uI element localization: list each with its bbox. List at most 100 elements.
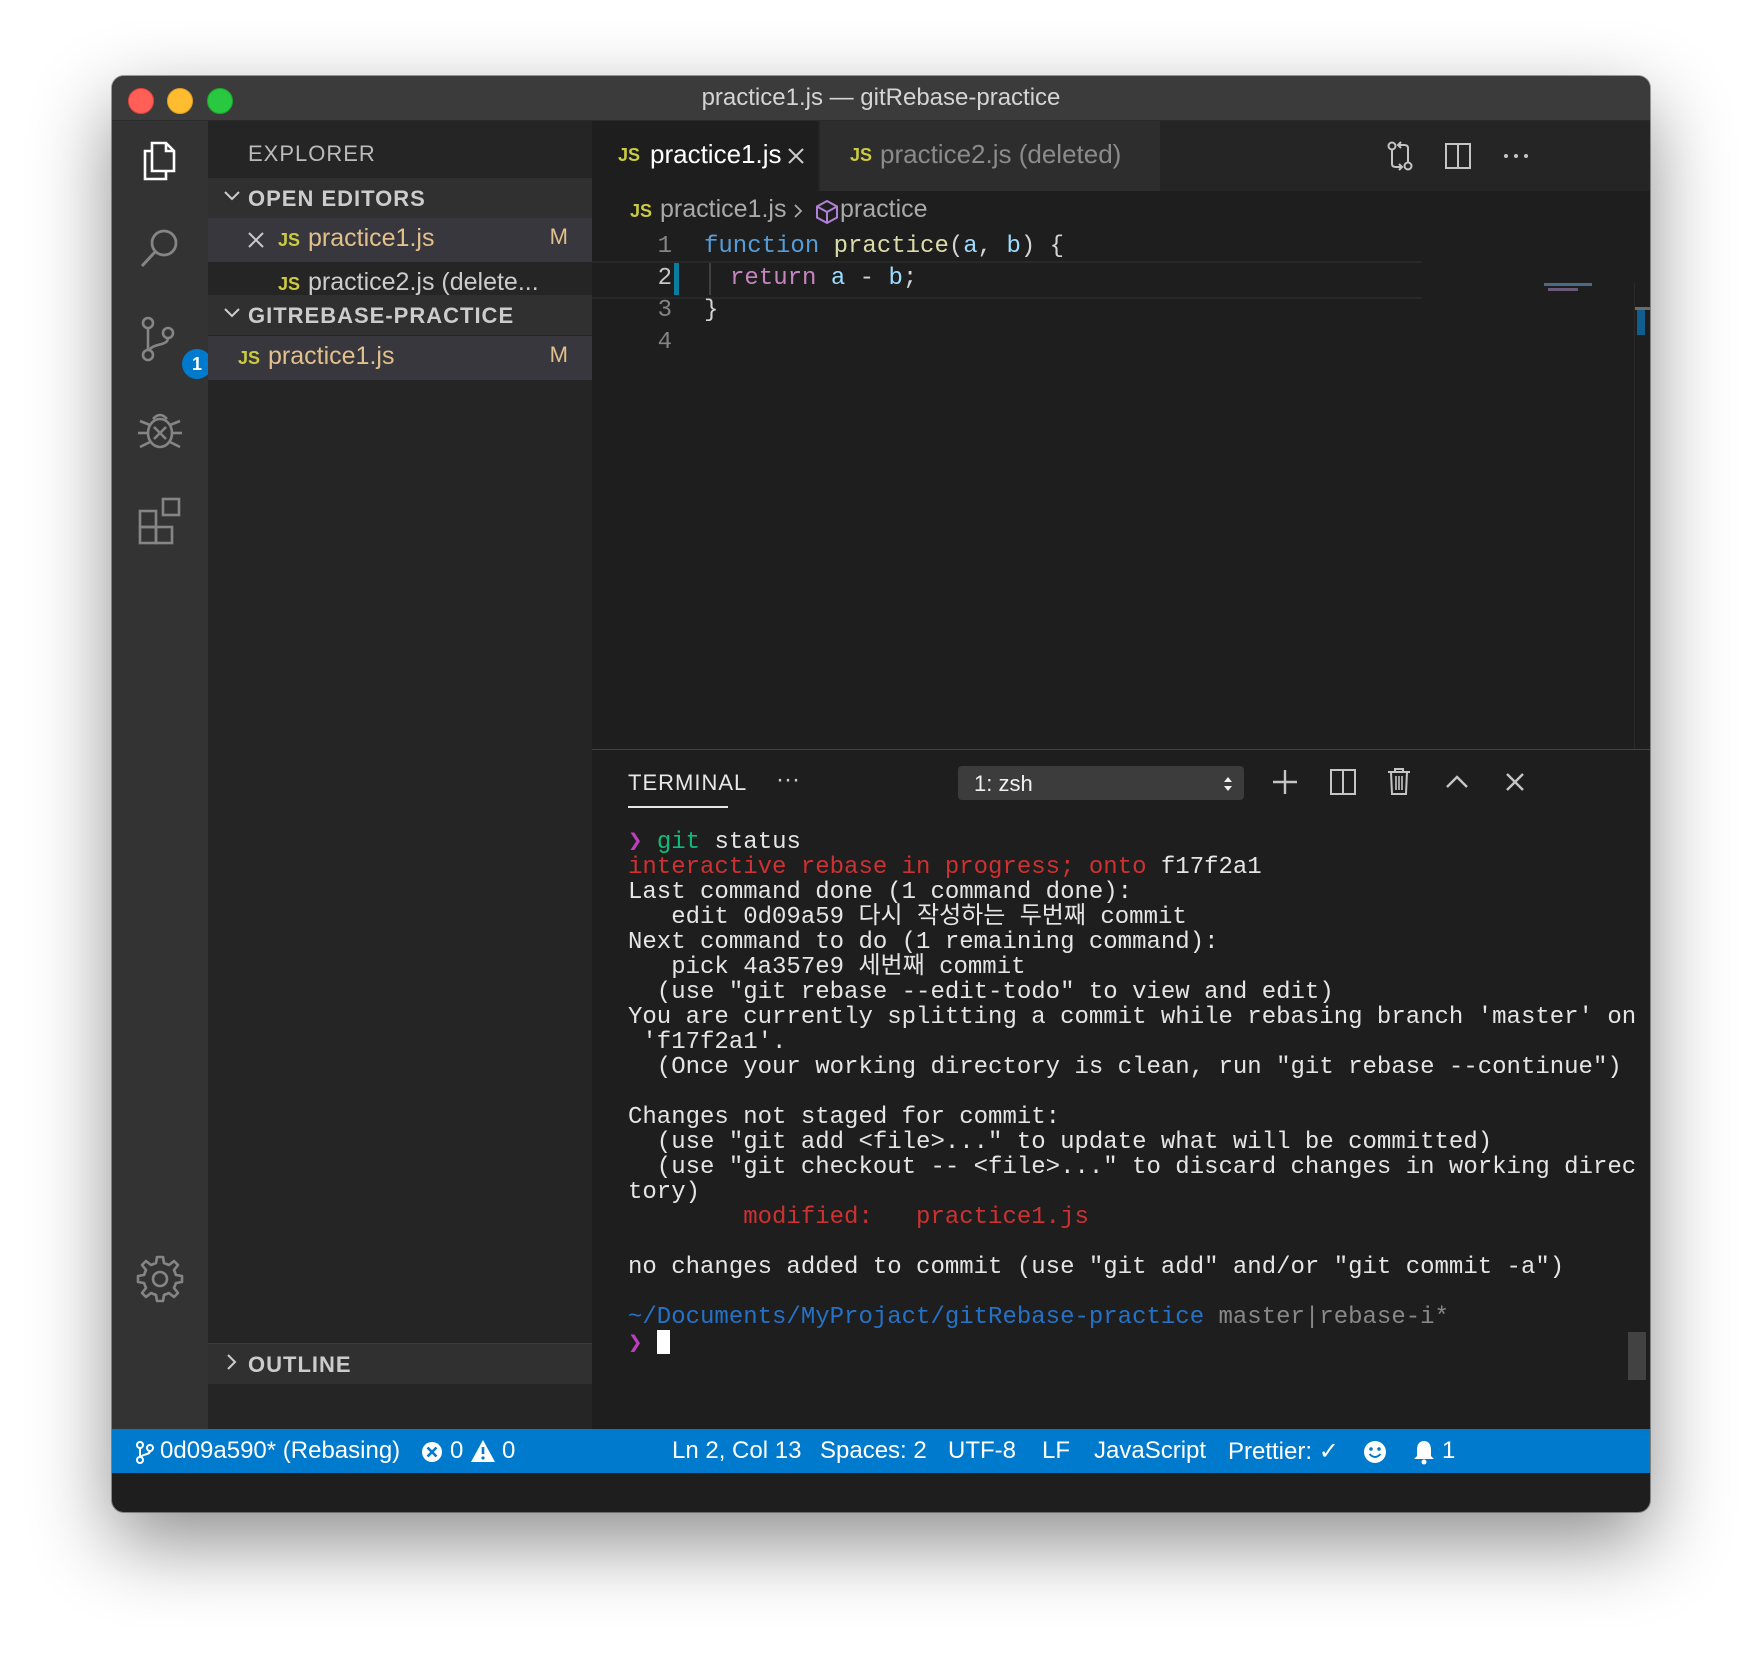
punct-token: , [977,233,1007,260]
split-editor-icon[interactable] [1440,138,1476,174]
git-prompt-info: master|rebase-i* [1204,1304,1449,1331]
rebase-status: interactive rebase in progress; onto [628,854,1147,881]
error-count[interactable]: 0 [450,1437,463,1465]
code-editor[interactable]: 1 2 3 4 function practice(a, b) { return… [592,233,1650,733]
open-editor-item[interactable]: JS practice1.js M [208,218,592,262]
js-file-icon: JS [238,348,261,368]
language-mode[interactable]: JavaScript [1094,1437,1206,1465]
shell-select[interactable]: 1: zsh [958,766,1244,800]
file-name: practice1.js [268,342,395,370]
editor-scrollbar[interactable] [1634,283,1650,749]
project-header: GITREBASE-PRACTICE [248,303,515,328]
breadcrumb-symbol[interactable]: practice [840,195,928,224]
variable-token: a [830,265,846,292]
keyword-token: return [730,265,817,292]
source-control-icon [141,316,175,362]
prompt-symbol: ❯ [628,829,643,856]
tab-terminal[interactable]: TERMINAL [628,770,747,796]
chevron-right-icon [794,204,803,218]
outline-header: OUTLINE [248,1352,352,1377]
close-icon[interactable] [244,228,268,252]
settings-gear-icon [136,1255,184,1303]
plus-icon[interactable] [1268,765,1302,799]
activity-bar: 1 [112,121,212,1429]
minimap[interactable] [1544,283,1604,297]
punct-token: ( [948,233,964,260]
rebase-hash: f17f2a1 [1146,854,1262,881]
indent-guide [709,263,711,295]
more-actions-icon[interactable]: ··· [776,766,800,794]
source-control-activity[interactable]: 1 [132,311,212,379]
editor-tab-bar: JS practice1.js JS practice2.js (deleted… [592,121,1650,191]
js-file-icon: JS [278,274,301,294]
compare-changes-icon[interactable] [1382,138,1418,174]
prompt-symbol: ❯ [628,1331,643,1358]
split-terminal-icon[interactable] [1326,765,1360,799]
chevron-right-icon [227,1354,237,1370]
terminal-scrollbar[interactable] [1628,1332,1646,1380]
operator-token: - [845,265,889,292]
project-file-item[interactable]: JS practice1.js M [208,336,592,380]
prettier-status[interactable]: Prettier: ✓ [1228,1437,1339,1466]
extensions-activity[interactable] [132,493,188,549]
punct-token: ) { [1020,233,1065,260]
code-line-3: } [704,297,719,324]
trash-icon[interactable] [1382,764,1416,798]
tab-practice2[interactable]: JS practice2.js (deleted) [820,121,1160,191]
warning-count[interactable]: 0 [502,1437,515,1465]
debug-activity[interactable] [132,403,188,459]
editor-area: JS practice1.js JS practice2.js (deleted… [592,121,1650,749]
cwd-path: ~/Documents/MyProjact/gitRebase-practice [628,1304,1205,1331]
js-file-icon: JS [630,201,653,221]
more-actions-icon[interactable] [1498,138,1534,174]
explorer-sidebar: EXPLORER OPEN EDITORS JS practice1.js M … [208,121,592,1429]
cursor-position[interactable]: Ln 2, Col 13 [672,1437,801,1465]
smiley-icon[interactable] [1362,1439,1388,1465]
indentation[interactable]: Spaces: 2 [820,1437,927,1465]
project-section[interactable]: GITREBASE-PRACTICE [208,295,592,335]
cursor-ruler [1635,307,1650,310]
select-arrows-icon [1224,777,1232,791]
command-rest: status [700,829,801,856]
file-name: practice2.js (delete... [308,268,539,296]
code-line-1: function practice(a, b) { [704,233,1064,260]
param-token: b [1006,233,1021,260]
js-file-icon: JS [850,145,873,165]
command-git: git [656,829,701,856]
code-line-2: return a - b; [730,265,917,292]
end-of-line[interactable]: LF [1042,1437,1070,1465]
modified-flag: M [549,224,568,249]
js-file-icon: JS [618,145,641,165]
current-line-highlight [592,261,1422,299]
terminal-output[interactable]: ❯ git status interactive rebase in progr… [628,830,1636,1357]
tab-practice1[interactable]: JS practice1.js [592,121,818,191]
manage-activity[interactable] [132,1251,188,1307]
modified-file-line: modified: practice1.js [628,1204,1089,1231]
symbol-method-icon [816,199,838,225]
shell-select-value: 1: zsh [974,771,1033,796]
close-icon[interactable] [1498,765,1532,799]
variable-token: b [888,265,903,292]
punct-token: ; [902,265,918,292]
open-editors-section[interactable]: OPEN EDITORS [208,178,592,218]
window-title: practice1.js — gitRebase-practice [701,84,1061,111]
line-number: 2 [657,265,672,292]
tab-label: practice1.js [650,139,782,169]
close-icon[interactable] [784,144,808,168]
tab-label: practice2.js (deleted) [880,139,1122,169]
branch-status[interactable]: 0d09a590* (Rebasing) [160,1437,400,1465]
terminal-cursor [656,1330,670,1354]
minimap-line [1548,288,1578,291]
outline-section[interactable]: OUTLINE [208,1343,592,1384]
sidebar-title: EXPLORER [248,141,376,166]
minimap-line [1544,283,1592,286]
chevron-up-icon[interactable] [1440,765,1474,799]
terminal-panel: TERMINAL ··· 1: zsh ❯ git status interac… [592,749,1650,1430]
panel-header: TERMINAL ··· 1: zsh [592,750,1650,812]
bell-icon[interactable] [1412,1439,1436,1465]
notification-count[interactable]: 1 [1442,1437,1455,1465]
explorer-activity[interactable] [132,133,188,189]
search-activity[interactable] [132,221,188,277]
encoding[interactable]: UTF-8 [948,1437,1016,1465]
breadcrumb-file[interactable]: practice1.js [660,195,786,224]
